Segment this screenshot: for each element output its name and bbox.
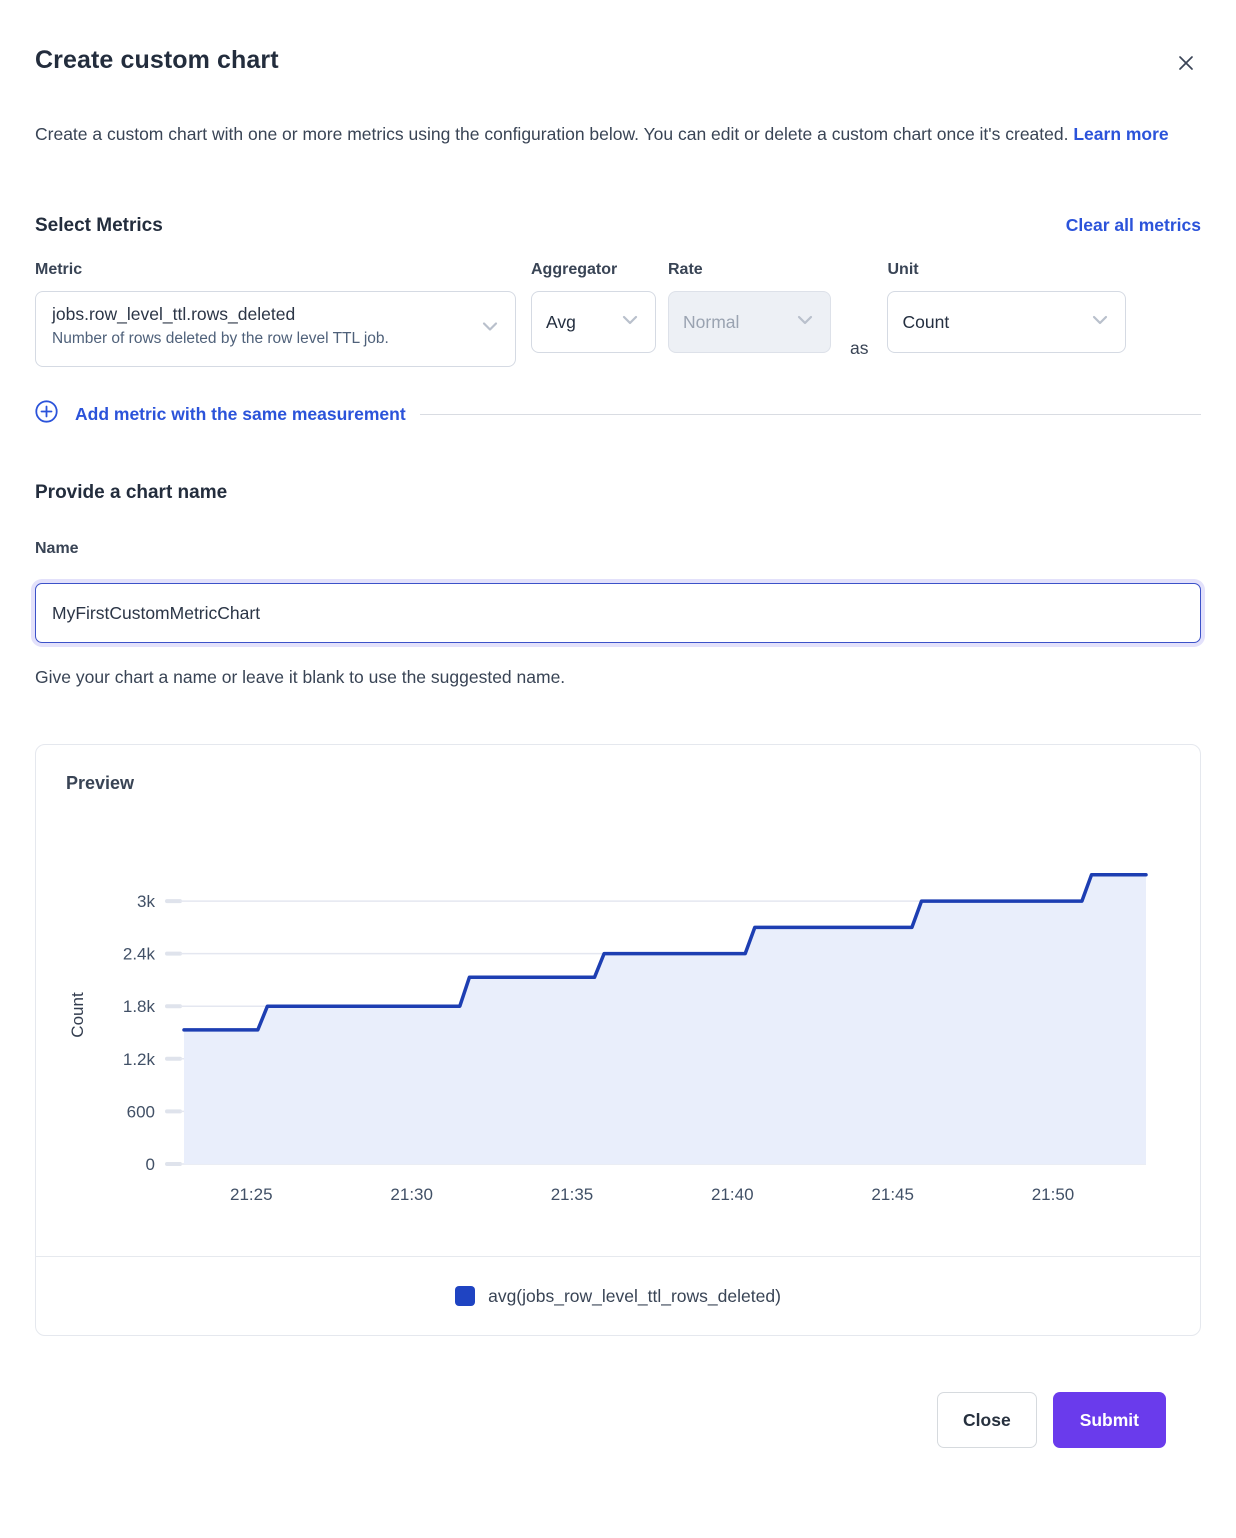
page-title: Create custom chart — [35, 46, 279, 75]
chart-name-section-title: Provide a chart name — [35, 482, 1201, 504]
svg-text:21:50: 21:50 — [1032, 1185, 1075, 1204]
unit-column: Unit Count — [887, 261, 1126, 353]
create-custom-chart-modal: Create custom chart Create a custom char… — [0, 46, 1236, 1448]
submit-button[interactable]: Submit — [1053, 1392, 1166, 1448]
rate-select[interactable]: Normal — [668, 291, 831, 353]
modal-description-text: Create a custom chart with one or more m… — [35, 124, 1068, 144]
svg-text:21:25: 21:25 — [230, 1185, 273, 1204]
svg-text:21:40: 21:40 — [711, 1185, 754, 1204]
unit-select[interactable]: Count — [887, 291, 1126, 353]
unit-select-value: Count — [902, 312, 949, 333]
chart-name-input[interactable] — [35, 583, 1201, 643]
modal-footer: Close Submit — [35, 1392, 1166, 1448]
name-label: Name — [35, 540, 1201, 558]
chevron-down-icon — [619, 309, 641, 336]
select-metrics-title: Select Metrics — [35, 215, 163, 237]
add-metric-divider — [420, 414, 1201, 415]
svg-text:2.4k: 2.4k — [123, 945, 156, 964]
metric-config-row: Metric jobs.row_level_ttl.rows_deleted N… — [35, 261, 1201, 367]
chevron-down-icon — [1089, 309, 1111, 336]
svg-text:1.2k: 1.2k — [123, 1050, 156, 1069]
clear-all-metrics-link[interactable]: Clear all metrics — [1066, 215, 1201, 236]
chevron-down-icon — [794, 309, 816, 336]
chart-legend: avg(jobs_row_level_ttl_rows_deleted) — [66, 1257, 1170, 1335]
metric-label: Metric — [35, 261, 516, 279]
svg-text:Count: Count — [68, 992, 87, 1038]
aggregator-select-value: Avg — [546, 312, 576, 333]
metric-select-description: Number of rows deleted by the row level … — [52, 330, 471, 348]
legend-swatch-icon — [455, 1286, 475, 1306]
modal-description: Create a custom chart with one or more m… — [35, 115, 1201, 153]
preview-chart: 0 600 1.2k 1.8k 2.4k 3k 21:25 21:30 21:35 21:40 21… — [66, 844, 1170, 1222]
aggregator-select[interactable]: Avg — [531, 291, 656, 353]
svg-text:21:35: 21:35 — [551, 1185, 594, 1204]
metric-column: Metric jobs.row_level_ttl.rows_deleted N… — [35, 261, 516, 367]
aggregator-column: Aggregator Avg — [531, 261, 656, 353]
preview-title: Preview — [66, 773, 1170, 794]
preview-card: Preview 0 600 1.2k 1.8k 2.4k 3k 21:25 21:30 21:3… — [35, 744, 1201, 1336]
metric-select[interactable]: jobs.row_level_ttl.rows_deleted Number o… — [35, 291, 516, 367]
plus-circle-icon — [35, 400, 58, 428]
rate-select-value: Normal — [683, 312, 739, 333]
add-metric-label: Add metric with the same measurement — [75, 404, 406, 425]
learn-more-link[interactable]: Learn more — [1073, 124, 1168, 144]
name-helper-text: Give your chart a name or leave it blank… — [35, 667, 1201, 688]
close-icon[interactable] — [1171, 48, 1201, 81]
rate-label: Rate — [668, 261, 831, 279]
rate-column: Rate Normal — [668, 261, 831, 353]
svg-text:0: 0 — [146, 1155, 155, 1174]
close-button[interactable]: Close — [937, 1392, 1037, 1448]
aggregator-label: Aggregator — [531, 261, 656, 279]
svg-text:1.8k: 1.8k — [123, 997, 156, 1016]
add-metric-button[interactable]: Add metric with the same measurement — [35, 400, 406, 428]
legend-label: avg(jobs_row_level_ttl_rows_deleted) — [488, 1286, 781, 1307]
chevron-down-icon — [479, 316, 501, 343]
svg-text:21:30: 21:30 — [390, 1185, 433, 1204]
as-label: as — [850, 338, 868, 359]
modal-header: Create custom chart — [35, 46, 1201, 81]
select-metrics-header: Select Metrics Clear all metrics — [35, 215, 1201, 237]
metric-select-value: jobs.row_level_ttl.rows_deleted — [52, 304, 471, 325]
svg-text:600: 600 — [127, 1102, 155, 1121]
svg-text:21:45: 21:45 — [871, 1185, 914, 1204]
svg-text:3k: 3k — [137, 892, 155, 911]
unit-label: Unit — [887, 261, 1126, 279]
add-metric-row: Add metric with the same measurement — [35, 400, 1201, 428]
